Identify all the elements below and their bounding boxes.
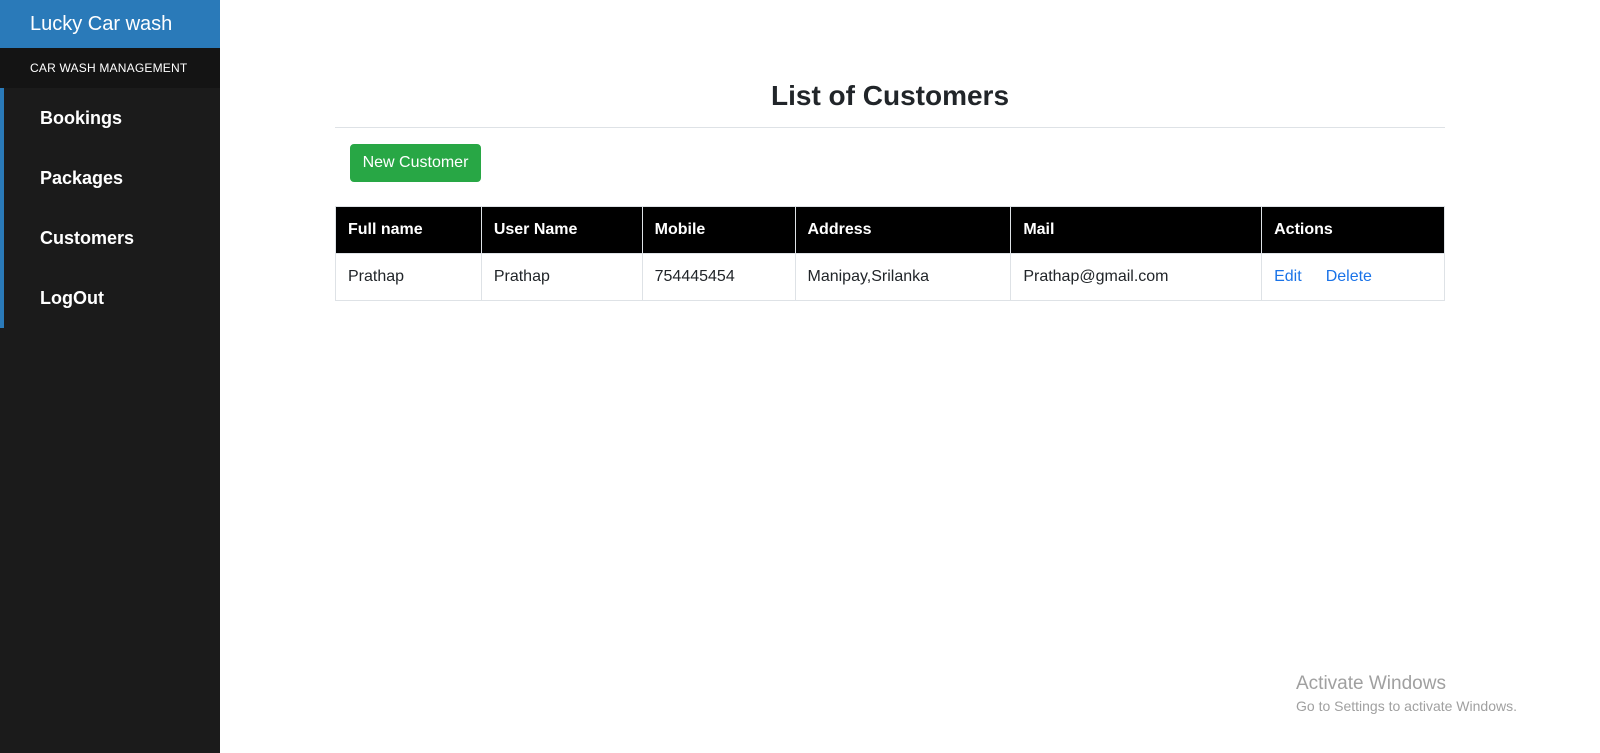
cell-mail: Prathap@gmail.com <box>1010 253 1263 301</box>
brand-subtitle: CAR WASH MANAGEMENT <box>0 48 220 88</box>
customers-table: Full name User Name Mobile Address Mail … <box>335 206 1445 301</box>
content-container: List of Customers New Customer Full name… <box>335 0 1445 301</box>
sidebar-item-bookings[interactable]: Bookings <box>4 88 220 148</box>
sidebar-item-customers[interactable]: Customers <box>4 208 220 268</box>
brand-title[interactable]: Lucky Car wash <box>0 0 220 48</box>
new-customer-button[interactable]: New Customer <box>350 144 481 182</box>
cell-mobile: 754445454 <box>641 253 796 301</box>
watermark-title: Activate Windows <box>1296 673 1446 694</box>
column-header-full-name: Full name <box>335 206 482 254</box>
column-header-user-name: User Name <box>480 206 643 254</box>
sidebar-item-packages[interactable]: Packages <box>4 148 220 208</box>
table-header-row: Full name User Name Mobile Address Mail … <box>335 206 1445 254</box>
column-header-address: Address <box>794 206 1012 254</box>
column-header-mail: Mail <box>1010 206 1263 254</box>
cell-address: Manipay,Srilanka <box>794 253 1012 301</box>
cell-full-name: Prathap <box>335 253 482 301</box>
main-content: List of Customers New Customer Full name… <box>220 0 1600 753</box>
sidebar-item-logout[interactable]: LogOut <box>4 268 220 328</box>
edit-link[interactable]: Edit <box>1274 268 1302 285</box>
column-header-actions: Actions <box>1261 206 1445 254</box>
page-title: List of Customers <box>335 0 1445 128</box>
table-row: Prathap Prathap 754445454 Manipay,Srilan… <box>335 253 1445 301</box>
delete-link[interactable]: Delete <box>1326 268 1372 285</box>
activate-windows-watermark: Activate Windows Go to Settings to activ… <box>1296 672 1517 716</box>
sidebar-nav: Bookings Packages Customers LogOut <box>0 88 220 328</box>
sidebar: Lucky Car wash CAR WASH MANAGEMENT Booki… <box>0 0 220 753</box>
cell-user-name: Prathap <box>480 253 643 301</box>
watermark-subtitle: Go to Settings to activate Windows. <box>1296 698 1517 714</box>
cell-actions: Edit Delete <box>1261 253 1445 301</box>
column-header-mobile: Mobile <box>641 206 796 254</box>
